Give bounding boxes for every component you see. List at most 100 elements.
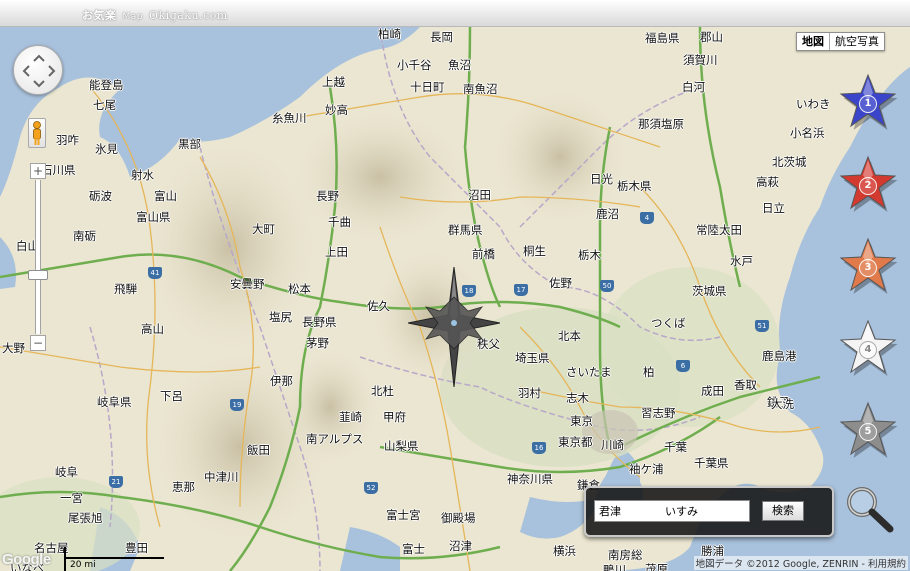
place-label: 大町 bbox=[252, 222, 275, 236]
place-label: 山梨県 bbox=[384, 439, 419, 453]
place-label: 大洗 bbox=[771, 397, 794, 411]
place-label: 魚沼 bbox=[448, 58, 471, 72]
place-label: 大野 bbox=[2, 341, 25, 355]
star-number: 4 bbox=[859, 341, 877, 359]
place-label: 北本 bbox=[558, 329, 581, 343]
star-button-5[interactable]: 5 bbox=[838, 400, 898, 462]
place-label: 北杜 bbox=[371, 384, 394, 398]
star-button-4[interactable]: 4 bbox=[838, 318, 898, 380]
place-label: 飛騨 bbox=[114, 282, 137, 296]
place-label: 鴨川 bbox=[603, 563, 626, 571]
route-shield: 17 bbox=[514, 284, 528, 296]
brand-domain: Okigaku.com bbox=[149, 9, 228, 22]
place-label: 中津川 bbox=[204, 470, 239, 484]
google-logo[interactable]: Google bbox=[2, 551, 51, 568]
route-shield: 41 bbox=[148, 267, 162, 279]
place-label: 恵那 bbox=[172, 480, 195, 494]
route-shield: 6 bbox=[676, 360, 690, 372]
place-label: 習志野 bbox=[641, 406, 676, 420]
place-label: 長野県 bbox=[302, 315, 337, 329]
place-label: 常陸太田 bbox=[696, 223, 742, 237]
map-copyright[interactable]: 地図データ ©2012 Google, ZENRIN - 利用規約 bbox=[693, 556, 908, 570]
place-label: 松本 bbox=[288, 282, 311, 296]
place-label: 韮崎 bbox=[339, 410, 362, 424]
site-brand[interactable]: お気楽 Map Okigaku.com bbox=[82, 7, 228, 23]
star-button-2[interactable]: 2 bbox=[838, 154, 898, 216]
place-label: 千葉県 bbox=[694, 456, 729, 470]
place-label: 栃木 bbox=[578, 248, 601, 262]
star-button-3[interactable]: 3 bbox=[838, 236, 898, 298]
place-label: 氷見 bbox=[95, 142, 118, 156]
place-label: 砺波 bbox=[89, 189, 112, 203]
place-label: 鹿島港 bbox=[762, 349, 797, 363]
route-shield: 51 bbox=[755, 320, 769, 332]
place-label: 妙高 bbox=[325, 103, 348, 117]
star-number: 1 bbox=[859, 95, 877, 113]
place-label: 一宮 bbox=[60, 491, 83, 505]
place-label: 東京 bbox=[570, 414, 593, 428]
place-label: 茅野 bbox=[306, 336, 329, 350]
place-label: つくば bbox=[651, 316, 686, 330]
place-label: 富士宮 bbox=[386, 508, 421, 522]
map-scale: 20 mi bbox=[64, 547, 164, 571]
scale-label: 20 mi bbox=[70, 560, 96, 570]
place-label: 千葉 bbox=[664, 440, 687, 454]
place-label: 安曇野 bbox=[230, 277, 265, 291]
place-label: 南アルプス bbox=[306, 432, 364, 446]
zoom-out-button[interactable]: − bbox=[30, 335, 46, 351]
place-label: 茨城県 bbox=[692, 284, 727, 298]
place-label: 福島県 bbox=[645, 31, 680, 45]
star-number: 5 bbox=[859, 423, 877, 441]
place-label: 水戸 bbox=[730, 254, 753, 268]
place-label: 甲府 bbox=[383, 410, 406, 424]
place-label: 成田 bbox=[701, 384, 724, 398]
brand-name: お気楽 bbox=[82, 9, 117, 22]
scale-tick bbox=[64, 547, 66, 571]
compass-rose-icon bbox=[408, 267, 500, 387]
place-label: 佐久 bbox=[367, 299, 390, 313]
place-label: 袖ケ浦 bbox=[629, 462, 664, 476]
place-label: 富山 bbox=[154, 189, 177, 203]
map-type-satellite-button[interactable]: 航空写真 bbox=[830, 33, 884, 50]
place-label: 那須塩原 bbox=[638, 117, 684, 131]
place-label: 富山県 bbox=[136, 210, 171, 224]
search-button[interactable]: 検索 bbox=[762, 501, 804, 521]
place-label: さいたま bbox=[566, 365, 612, 379]
scale-line bbox=[64, 557, 164, 559]
magnifier-icon[interactable] bbox=[842, 484, 896, 534]
place-label: 茂原 bbox=[645, 562, 668, 571]
route-shield: 4 bbox=[640, 212, 654, 224]
star-button-1[interactable]: 1 bbox=[838, 72, 898, 134]
place-label: 神奈川県 bbox=[507, 472, 553, 486]
place-label: 御殿場 bbox=[441, 511, 476, 525]
star-number: 2 bbox=[859, 177, 877, 195]
pan-arrows-icon bbox=[22, 54, 56, 88]
place-label: 郡山 bbox=[700, 30, 723, 44]
place-label: 東京都 bbox=[558, 435, 593, 449]
map-type-control: 地図 航空写真 bbox=[796, 32, 885, 51]
zoom-slider-thumb[interactable] bbox=[28, 270, 48, 281]
place-label: 塩尻 bbox=[269, 310, 292, 324]
place-label: 能登島 bbox=[89, 78, 124, 92]
place-label: 羽村 bbox=[518, 386, 541, 400]
place-label: 上田 bbox=[325, 245, 348, 259]
map-type-map-button[interactable]: 地図 bbox=[797, 33, 830, 50]
zoom-in-button[interactable]: + bbox=[30, 163, 46, 179]
brand-tag: Map bbox=[122, 12, 143, 22]
place-label: 前橋 bbox=[472, 247, 495, 261]
place-label: 南砺 bbox=[73, 229, 96, 243]
place-label: 石川県 bbox=[41, 163, 76, 177]
zoom-slider-track[interactable] bbox=[35, 180, 41, 334]
pegman-icon bbox=[33, 121, 41, 145]
place-label: 香取 bbox=[734, 378, 757, 392]
place-label: 柏崎 bbox=[378, 27, 401, 41]
search-input[interactable] bbox=[594, 500, 750, 522]
place-label: 北茨城 bbox=[772, 155, 807, 169]
place-label: 上越 bbox=[322, 75, 345, 89]
pan-control[interactable] bbox=[13, 45, 63, 95]
street-view-pegman[interactable] bbox=[28, 118, 46, 148]
place-label: 志木 bbox=[566, 391, 589, 405]
place-label: 桐生 bbox=[523, 244, 546, 258]
place-label: 富士 bbox=[402, 542, 425, 556]
route-shield: 19 bbox=[230, 399, 244, 411]
